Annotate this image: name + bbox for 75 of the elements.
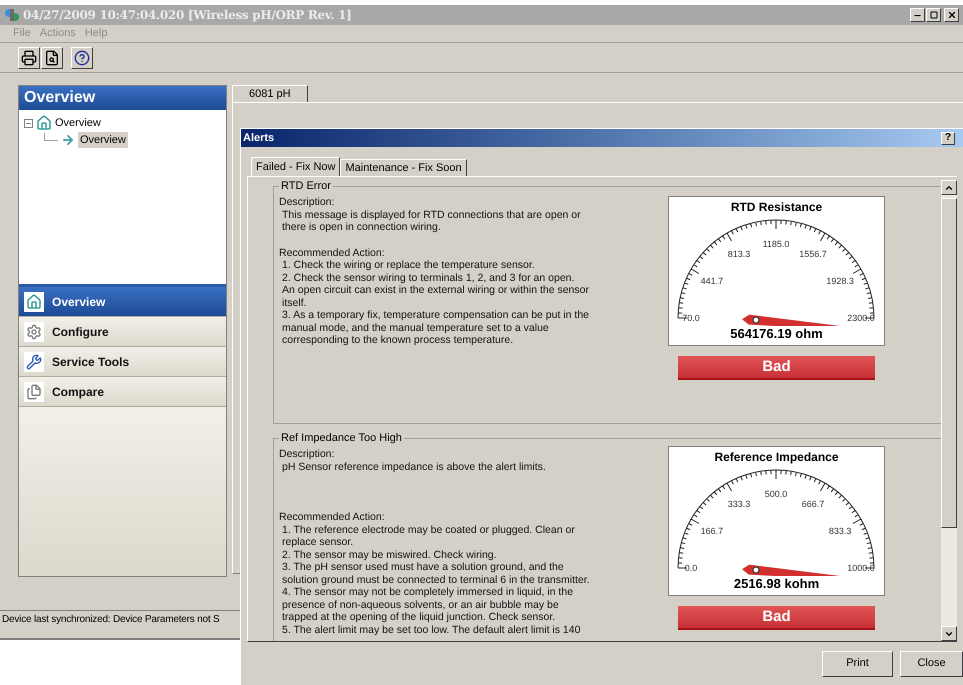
scale-label: 0.0: [684, 563, 698, 573]
scroll-thumb[interactable]: [941, 198, 957, 528]
print-preview-icon: [44, 50, 60, 66]
group-title: RTD Error: [280, 180, 332, 192]
scale-label: 1000.0: [847, 563, 875, 573]
scale-label: 813.3: [728, 248, 750, 259]
house-icon: [36, 115, 52, 132]
scale-label: 1185.0: [762, 239, 790, 249]
scrollbar[interactable]: [941, 180, 957, 641]
nav-section[interactable]: Compare: [19, 377, 226, 407]
help-button[interactable]: [71, 46, 93, 68]
scale-label: 1556.7: [799, 248, 827, 259]
action-label: Recommended Action:: [279, 511, 386, 524]
collapse-toggle[interactable]: [24, 118, 33, 128]
help-icon: [74, 50, 90, 66]
action-label: Recommended Action:: [279, 246, 386, 259]
status-bar-text: Device last synchronized: Device Parameters not S: [2, 613, 220, 627]
house-icon: [24, 292, 44, 312]
action-step: 4. The sensor may not be completely immersed in liquid, in the presence of non-aqueous solvents, or an air bubble may be trapped at the opening of the liquid junction. Check sensor.: [279, 586, 597, 624]
documents-icon: [24, 382, 44, 402]
scale-label: 333.3: [728, 498, 750, 509]
scale-label: 2300.0: [847, 313, 875, 323]
minimize-button[interactable]: [910, 8, 925, 22]
device-tab[interactable]: 6081 pH: [232, 85, 308, 102]
action-step: An open circuit can exist in the external wiring or within the sensor itself.: [279, 284, 597, 309]
maximize-button[interactable]: [926, 8, 941, 22]
wrench-icon: [24, 352, 44, 372]
scale-label: 166.7: [700, 526, 724, 536]
help-button[interactable]: ?: [941, 132, 955, 144]
print-preview-button[interactable]: [41, 46, 63, 68]
action-step: 1. The reference electrode may be coated or plugged. Clean or replace sensor.: [279, 524, 597, 548]
dialog-button[interactable]: Print: [822, 650, 893, 676]
printer-icon: [21, 50, 37, 66]
tree-item[interactable]: Overview: [55, 115, 101, 132]
app-icon: [4, 7, 20, 23]
scale-label: 441.7: [700, 276, 724, 286]
scale-label: 70.0: [682, 313, 700, 323]
nav-section[interactable]: Service Tools: [19, 347, 226, 377]
scroll-up-button[interactable]: [941, 180, 957, 195]
dialog-tab[interactable]: Failed - Fix Now: [251, 157, 340, 176]
action-step: 5. The alert limit may be set too low. The default alert limit is 140: [279, 624, 597, 636]
nav-section[interactable]: Overview: [19, 287, 226, 317]
gauge-title: RTD Resistance: [730, 200, 822, 214]
description-label: Description:: [279, 196, 336, 208]
close-button[interactable]: [944, 8, 959, 22]
description-text: pH Sensor reference impedance is above the alert limits.: [281, 460, 547, 473]
scale-label: 666.7: [802, 498, 824, 509]
window-title: 04/27/2009 10:47:04.020 [Wireless pH/ORP Rev. 1]: [23, 7, 352, 24]
status-text: Bad: [762, 608, 791, 626]
description-label: Description:: [279, 448, 336, 460]
gauge-reading: 2516.98 kohm: [734, 576, 820, 592]
dialog-title: Alerts: [243, 130, 274, 146]
tree-item[interactable]: Overview: [78, 132, 128, 148]
dialog-button[interactable]: Close: [900, 650, 963, 676]
description-text: This message is displayed for RTD connections that are open or there is open in connection wiring.: [281, 208, 582, 234]
action-step: 2. Check the sensor wiring to terminals 1, 2, and 3 for an open.: [279, 272, 597, 284]
gauge-reading: 564176.19 ohm: [730, 326, 823, 342]
nav-section[interactable]: Configure: [19, 317, 226, 347]
scale-label: 500.0: [764, 489, 788, 499]
action-step: 3. As a temporary fix, temperature compensation can be put in the manual mode, and the manual temperature set to a value corresponding to the known process temperature.: [279, 309, 597, 346]
scale-label: 833.3: [828, 526, 852, 536]
action-step: 3. The pH sensor used must have a solution ground, and the solution ground must be connected to terminal 6 in the transmitter.: [279, 561, 597, 586]
close-icon: [946, 10, 956, 20]
print-button[interactable]: [18, 46, 40, 68]
panel-title: Overview: [24, 88, 96, 108]
action-step: 2. The sensor may be miswired. Check wiring.: [279, 548, 597, 561]
status-text: Bad: [762, 358, 791, 376]
maximize-icon: [930, 11, 938, 19]
gear-icon: [24, 322, 44, 342]
group-title: Ref Impedance Too High: [280, 432, 403, 444]
scale-label: 1928.3: [826, 276, 854, 286]
action-step: 1. Check the wiring or replace the temperature sensor.: [279, 259, 597, 272]
dialog-tab[interactable]: Maintenance - Fix Soon: [340, 159, 467, 176]
gauge-title: Reference Impedance: [714, 450, 839, 464]
scroll-down-button[interactable]: [941, 626, 957, 641]
